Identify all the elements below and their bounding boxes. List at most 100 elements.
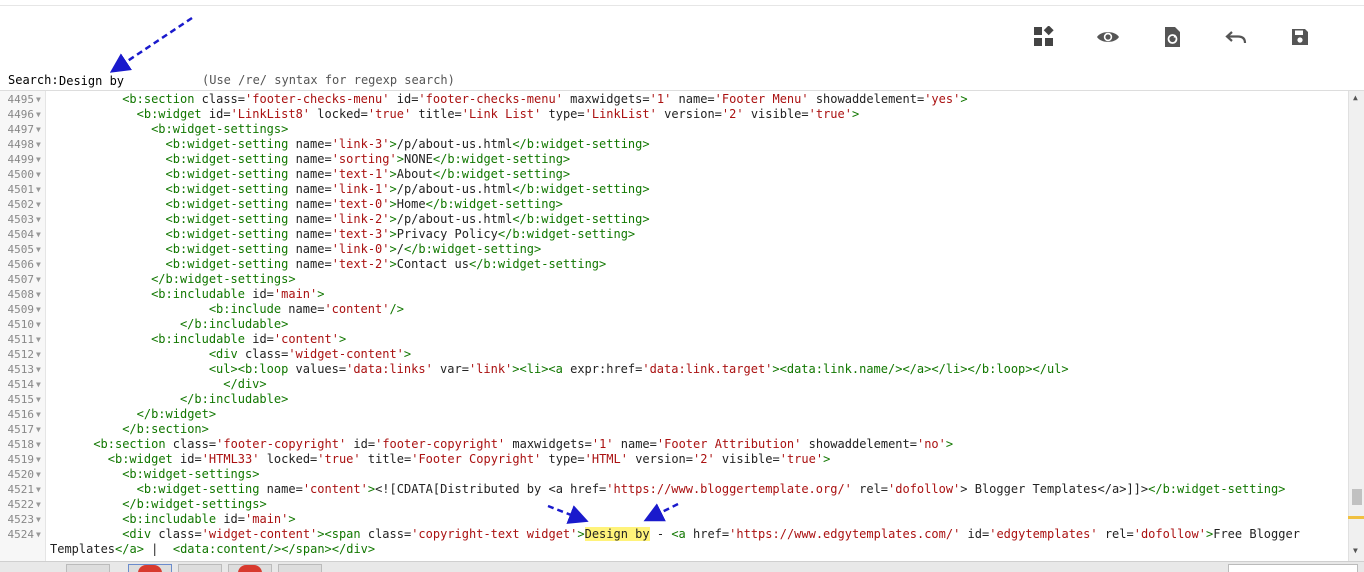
code-line[interactable]: 4522 ▼ </b:widget-settings> — [0, 497, 1348, 512]
fold-toggle-icon[interactable]: ▼ — [36, 482, 41, 497]
code-line[interactable]: 4500 ▼ <b:widget-setting name='text-1'>Abo… — [0, 167, 1348, 182]
fold-toggle-icon[interactable]: ▼ — [36, 317, 41, 332]
save-button[interactable] — [1282, 20, 1318, 54]
code-line[interactable]: 4515 ▼ </b:includable> — [0, 392, 1348, 407]
search-bar: Search: (Use /re/ syntax for regexp sear… — [0, 72, 1364, 91]
code-line[interactable]: 4519 ▼ <b:widget id='HTML33' locked='true'… — [0, 452, 1348, 467]
fold-toggle-icon[interactable]: ▼ — [36, 92, 41, 107]
vertical-scrollbar[interactable]: ▲ ▼ — [1348, 91, 1364, 561]
line-number: 4509 — [7, 303, 35, 316]
code-line[interactable]: 4502 ▼ <b:widget-setting name='text-0'>Hom… — [0, 197, 1348, 212]
fold-toggle-icon[interactable]: ▼ — [36, 512, 41, 527]
line-number: 4512 — [7, 348, 35, 361]
fold-toggle-icon[interactable]: ▼ — [36, 347, 41, 362]
code-line[interactable]: 4504 ▼ <b:widget-setting name='text-3'>Pri… — [0, 227, 1348, 242]
fold-toggle-icon[interactable]: ▼ — [36, 197, 41, 212]
line-number: 4502 — [7, 198, 35, 211]
fold-toggle-icon[interactable]: ▼ — [36, 527, 41, 542]
widgets-button[interactable] — [1026, 20, 1062, 54]
code-line[interactable]: 4516 ▼ </b:widget> — [0, 407, 1348, 422]
code-text: </b:widget> — [136, 407, 217, 421]
undo-button[interactable] — [1218, 20, 1254, 54]
scroll-up-icon[interactable]: ▲ — [1353, 93, 1358, 102]
code-line[interactable]: 4520 ▼ <b:widget-settings> — [0, 467, 1348, 482]
code-line[interactable]: 4524 ▼ <div class='widget-content'><span c… — [0, 527, 1348, 542]
line-number: 4510 — [7, 318, 35, 331]
line-number: 4508 — [7, 288, 35, 301]
code-line[interactable]: 4509 ▼ <b:include name='content'/> — [0, 302, 1348, 317]
fold-toggle-icon[interactable]: ▼ — [36, 287, 41, 302]
fold-toggle-icon[interactable]: ▼ — [36, 227, 41, 242]
line-number: 4521 — [7, 483, 35, 496]
fold-toggle-icon[interactable]: ▼ — [36, 167, 41, 182]
fold-toggle-icon[interactable]: ▼ — [36, 302, 41, 317]
line-number: 4518 — [7, 438, 35, 451]
search-input[interactable] — [58, 72, 196, 89]
code-text: <ul><b:loop values='data:links' var='lin… — [208, 362, 1069, 376]
taskbar-item[interactable] — [178, 564, 222, 572]
widgets-icon — [1034, 26, 1054, 46]
fold-toggle-icon[interactable]: ▼ — [36, 467, 41, 482]
fold-toggle-icon[interactable]: ▼ — [36, 437, 41, 452]
line-number: 4496 — [7, 108, 35, 121]
line-number: 4519 — [7, 453, 35, 466]
code-line[interactable]: 4518 ▼ <b:section class='footer-copyright'… — [0, 437, 1348, 452]
code-line[interactable]: 4498 ▼ <b:widget-setting name='link-3'>/p/… — [0, 137, 1348, 152]
code-text: </b:widget-settings> — [122, 497, 267, 511]
fold-toggle-icon[interactable]: ▼ — [36, 182, 41, 197]
undo-icon — [1225, 31, 1247, 44]
code-editor[interactable]: 4495 ▼ <b:section class='footer-checks-men… — [0, 91, 1364, 561]
taskbar-notification-area — [1228, 564, 1358, 572]
fold-toggle-icon[interactable]: ▼ — [36, 257, 41, 272]
search-label: Search: — [8, 73, 59, 87]
code-line[interactable]: 4501 ▼ <b:widget-setting name='link-1'>/p/… — [0, 182, 1348, 197]
code-line[interactable]: 4506 ▼ <b:widget-setting name='text-2'>Con… — [0, 257, 1348, 272]
fold-toggle-icon[interactable]: ▼ — [36, 407, 41, 422]
code-line[interactable]: 4495 ▼ <b:section class='footer-checks-men… — [0, 92, 1348, 107]
code-line[interactable]: 4512 ▼ <div class='widget-content'> — [0, 347, 1348, 362]
code-line[interactable]: 4523 ▼ <b:includable id='main'> — [0, 512, 1348, 527]
fold-toggle-icon[interactable]: ▼ — [36, 152, 41, 167]
fold-toggle-icon[interactable]: ▼ — [36, 497, 41, 512]
fold-toggle-icon[interactable]: ▼ — [36, 452, 41, 467]
code-line[interactable]: 4499 ▼ <b:widget-setting name='sorting'>NO… — [0, 152, 1348, 167]
fold-toggle-icon[interactable]: ▼ — [36, 272, 41, 287]
scroll-down-icon[interactable]: ▼ — [1353, 546, 1358, 555]
code-line[interactable]: 4496 ▼ <b:widget id='LinkList8' locked='tr… — [0, 107, 1348, 122]
fold-toggle-icon[interactable]: ▼ — [36, 107, 41, 122]
code-line[interactable]: 4510 ▼ </b:includable> — [0, 317, 1348, 332]
code-text: <b:widget-setting name='text-0'>Home</b:… — [165, 197, 563, 211]
line-number: 4501 — [7, 183, 35, 196]
code-line[interactable]: 4517 ▼ </b:section> — [0, 422, 1348, 437]
code-line[interactable]: 4505 ▼ <b:widget-setting name='link-0'>/</… — [0, 242, 1348, 257]
fold-toggle-icon[interactable]: ▼ — [36, 392, 41, 407]
code-text: <b:widget-setting name='text-3'>Privacy … — [165, 227, 636, 241]
line-number: 4515 — [7, 393, 35, 406]
code-line[interactable]: 4508 ▼ <b:includable id='main'> — [0, 287, 1348, 302]
fold-toggle-icon[interactable]: ▼ — [36, 362, 41, 377]
code-line[interactable]: 4503 ▼ <b:widget-setting name='link-2'>/p/… — [0, 212, 1348, 227]
code-line[interactable]: 4497 ▼ <b:widget-settings> — [0, 122, 1348, 137]
fold-toggle-icon[interactable]: ▼ — [36, 122, 41, 137]
search-match-marker — [1348, 516, 1364, 519]
fold-toggle-icon[interactable]: ▼ — [36, 332, 41, 347]
fold-toggle-icon[interactable]: ▼ — [36, 422, 41, 437]
fold-toggle-icon[interactable]: ▼ — [36, 377, 41, 392]
taskbar-item[interactable] — [66, 564, 110, 572]
browser-icon — [138, 565, 162, 572]
fold-toggle-icon[interactable]: ▼ — [36, 242, 41, 257]
preview-button[interactable] — [1090, 20, 1126, 54]
fold-toggle-icon[interactable]: ▼ — [36, 137, 41, 152]
line-number: 4522 — [7, 498, 35, 511]
code-line[interactable]: 4511 ▼ <b:includable id='content'> — [0, 332, 1348, 347]
line-number: 4513 — [7, 363, 35, 376]
code-line[interactable]: Templates</a> | <data:content/></span></… — [0, 542, 1348, 557]
code-line[interactable]: 4514 ▼ </div> — [0, 377, 1348, 392]
code-line[interactable]: 4521 ▼ <b:widget-setting name='content'><!… — [0, 482, 1348, 497]
scrollbar-thumb[interactable] — [1352, 489, 1362, 505]
code-line[interactable]: 4507 ▼ </b:widget-settings> — [0, 272, 1348, 287]
code-line[interactable]: 4513 ▼ <ul><b:loop values='data:links' var… — [0, 362, 1348, 377]
taskbar-item[interactable] — [278, 564, 322, 572]
fold-toggle-icon[interactable]: ▼ — [36, 212, 41, 227]
restore-button[interactable] — [1154, 20, 1190, 54]
